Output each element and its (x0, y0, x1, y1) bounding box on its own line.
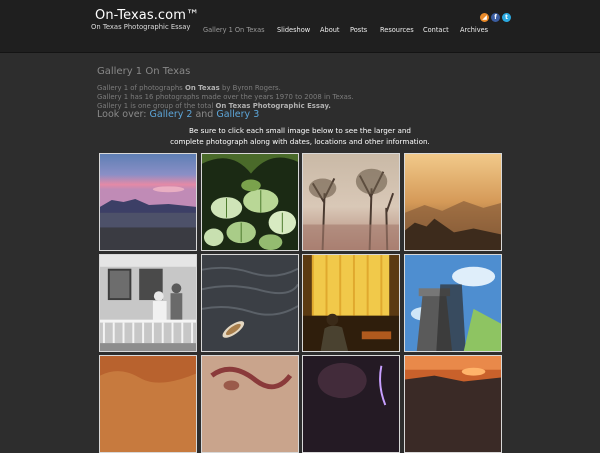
nav-gallery-1[interactable]: Gallery 1 On Texas (203, 26, 265, 34)
description-line-1: Gallery 1 of photographs On Texas by Byr… (97, 84, 281, 92)
main-nav: Gallery 1 On Texas Slideshow About Posts… (0, 26, 600, 38)
nav-archives[interactable]: Archives (460, 26, 488, 34)
twitter-icon[interactable]: t (502, 13, 511, 22)
description-line-2: Gallery 1 has 16 photographs made over t… (97, 93, 354, 101)
thumbnail-boat-water[interactable] (201, 254, 299, 352)
thumbnail-water-tower[interactable] (404, 254, 502, 352)
facebook-icon[interactable]: f (491, 13, 500, 22)
main-content: Gallery 1 On Texas Gallery 1 of photogra… (0, 53, 600, 453)
nav-posts[interactable]: Posts (350, 26, 367, 34)
site-title[interactable]: On-Texas.com™ (95, 8, 199, 23)
thumbnail-orange-field[interactable] (99, 355, 197, 453)
nav-contact[interactable]: Contact (423, 26, 449, 34)
thumbnail-desert-haze[interactable] (404, 153, 502, 251)
thumbnail-porch-portrait[interactable] (99, 254, 197, 352)
thumbnail-caladium-leaves[interactable] (201, 153, 299, 251)
instruction-line-1: Be sure to click each small image below … (189, 126, 411, 135)
thumbnail-volcanic-sunset[interactable] (404, 355, 502, 453)
page-title: Gallery 1 On Texas (97, 66, 191, 77)
site-header: On-Texas.com™ On Texas Photographic Essa… (0, 0, 600, 53)
thumbnail-night-lights[interactable] (302, 355, 400, 453)
gallery-3-link[interactable]: Gallery 3 (216, 109, 259, 120)
thumbnail-misty-trees[interactable] (302, 153, 400, 251)
gallery-2-link[interactable]: Gallery 2 (150, 109, 193, 120)
nav-resources[interactable]: Resources (380, 26, 414, 34)
thumbnail-sunset-mountains[interactable] (99, 153, 197, 251)
nav-slideshow[interactable]: Slideshow (277, 26, 310, 34)
rss-icon[interactable]: ◢ (480, 13, 489, 22)
thumbnail-rock-art[interactable] (201, 355, 299, 453)
thumbnail-window-person[interactable] (302, 254, 400, 352)
instruction-line-2: complete photograph along with dates, lo… (170, 137, 430, 146)
nav-about[interactable]: About (320, 26, 340, 34)
look-over-links: Look over: Gallery 2 and Gallery 3 (97, 109, 260, 120)
